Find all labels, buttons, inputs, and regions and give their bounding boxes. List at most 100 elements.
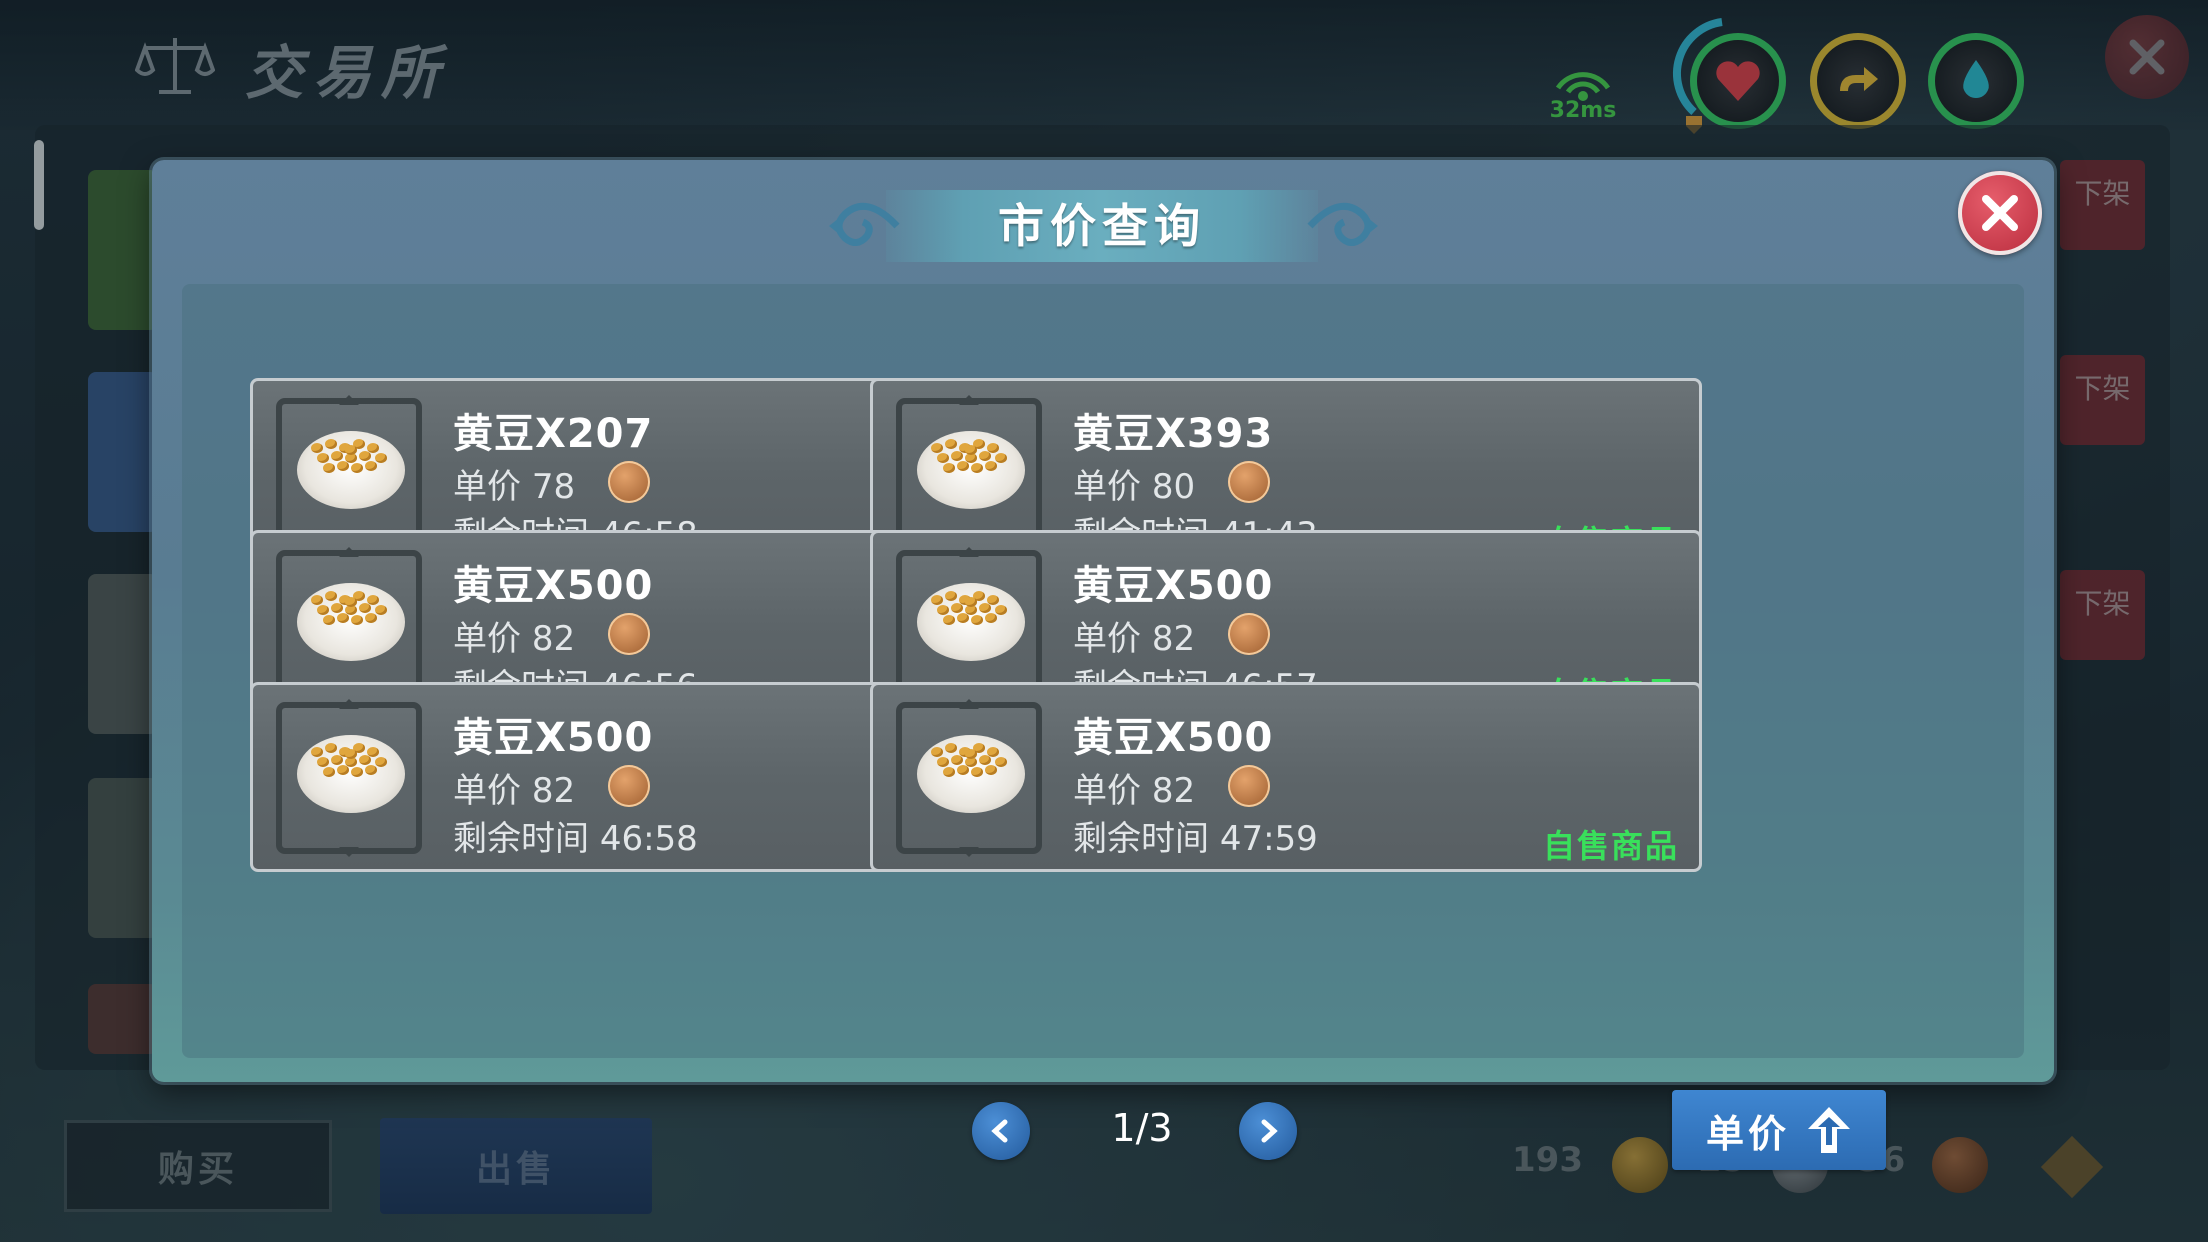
soybean-icon [931,443,943,453]
soybean-icon [971,463,983,473]
soybean-icon [317,605,329,615]
soybean-icon [325,439,337,449]
soybean-icon [937,453,949,463]
soybean-icon [325,591,337,601]
soybean-icon [943,463,955,473]
listing-grid: 黄豆X207单价 78剩余时间 46:58自售商品黄豆X393单价 80剩余时间… [182,284,2024,1170]
soybean-icon [971,615,983,625]
item-name: 黄豆X393 [1073,411,1274,457]
next-page-button[interactable] [1239,1102,1297,1160]
close-icon [1982,195,2018,231]
copper-coin-icon [1228,461,1270,503]
soybean-icon [979,603,991,613]
price-label: 单价 [1073,467,1141,507]
price-line: 单价 82 [1073,611,1195,660]
price-line: 单价 82 [453,763,575,812]
item-name: 黄豆X500 [1073,715,1274,761]
time-line: 剩余时间 47:59 [1073,811,1318,860]
price-label: 单价 [1073,771,1141,811]
soybean-icon [311,443,323,453]
item-name: 黄豆X500 [453,563,654,609]
soybean-icon [979,451,991,461]
soybean-icon [365,461,377,471]
price-label: 单价 [453,619,521,659]
soybean-icon [965,445,977,455]
soybean-icon [375,453,387,463]
soybean-icon [311,595,323,605]
soybean-icon [345,445,357,455]
time-label: 剩余时间 [453,819,589,859]
price-line: 单价 82 [1073,763,1195,812]
sort-label: 单价 [1705,1111,1790,1156]
soybean-icon [351,463,363,473]
soybean-icon [965,597,977,607]
page-indicator: 1/3 [1111,1106,1173,1150]
soybean-icon [945,439,957,449]
prev-page-button[interactable] [972,1102,1030,1160]
soybean-icon [323,767,335,777]
soybean-icon [351,615,363,625]
soybean-icon [945,591,957,601]
dialog-close-button[interactable] [1958,171,2042,255]
soybean-icon [345,597,357,607]
chevron-left-icon [991,1119,1008,1143]
soybean-icon [951,755,963,765]
soybean-icon [965,749,977,759]
soybean-icon [951,451,963,461]
self-sale-tag: 自售商品 [1542,827,1679,865]
soybean-icon [985,613,997,623]
soybean-icon [985,765,997,775]
soybean-icon [957,765,969,775]
soybean-icon [337,461,349,471]
dialog-title: 市价查询 [998,199,1206,253]
soybean-icon [331,755,343,765]
soybean-icon [943,615,955,625]
time-line: 剩余时间 46:58 [453,811,698,860]
sort-arrow-icon [1808,1107,1850,1153]
soybean-icon [365,613,377,623]
sort-by-price-button[interactable]: 单价 [1672,1090,1886,1170]
soybean-icon [359,755,371,765]
item-name: 黄豆X500 [1073,563,1274,609]
listing-card[interactable]: 黄豆X500 单价 82 剩余时间 47:59 自售商品 [870,682,1702,872]
soybean-icon [957,613,969,623]
price-line: 单价 80 [1073,459,1195,508]
soybean-icon [337,613,349,623]
price-label: 单价 [1073,619,1141,659]
price-value: 80 [1151,467,1196,507]
soybean-icon [331,603,343,613]
soybean-icon [979,755,991,765]
soybean-icon [937,605,949,615]
price-value: 82 [1151,619,1196,659]
price-query-dialog: 市价查询 黄豆X207单价 78剩余时间 46:58自售商品黄豆X393单价 8… [152,160,2054,1170]
time-value: 46:58 [599,819,698,859]
copper-coin-icon [1228,765,1270,807]
soybean-icon [325,743,337,753]
soybean-icon [931,595,943,605]
soybean-icon [359,603,371,613]
price-value: 78 [531,467,576,507]
item-name: 黄豆X207 [453,411,654,457]
soybean-icon [311,747,323,757]
soybean-icon [323,615,335,625]
soybean-icon [317,757,329,767]
price-label: 单价 [453,771,521,811]
soybean-icon [957,461,969,471]
soybean-icon [931,747,943,757]
price-value: 82 [531,771,576,811]
soybean-icon [971,767,983,777]
soybean-icon [365,765,377,775]
soybean-icon [375,757,387,767]
price-value: 82 [531,619,576,659]
copper-coin-icon [608,461,650,503]
soybean-icon [995,605,1007,615]
time-label: 剩余时间 [1073,819,1209,859]
price-line: 单价 78 [453,459,575,508]
copper-coin-icon [1228,613,1270,655]
soybean-icon [345,749,357,759]
soybean-icon [331,451,343,461]
soybean-icon [995,453,1007,463]
soybean-icon [945,743,957,753]
soybean-icon [937,757,949,767]
soybean-icon [323,463,335,473]
